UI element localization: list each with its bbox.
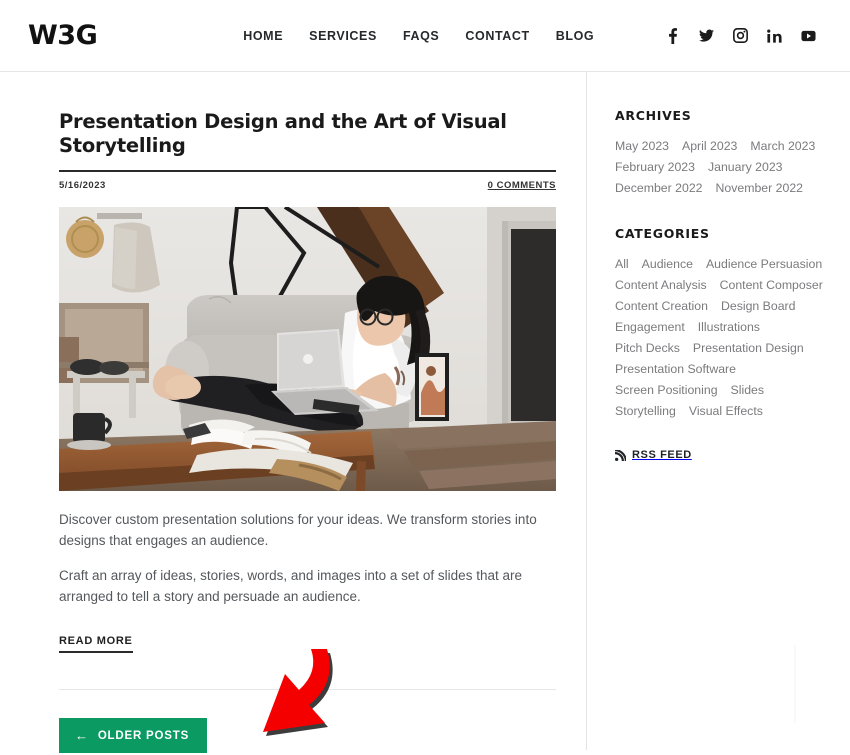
nav-item-blog[interactable]: BLOG (556, 29, 595, 43)
page-scrollbar[interactable] (794, 645, 796, 723)
main-content: Presentation Design and the Art of Visua… (0, 72, 586, 754)
category-link-storytelling[interactable]: Storytelling (615, 401, 676, 422)
archive-link-may-2023[interactable]: May 2023 (615, 136, 669, 157)
archives-widget: ARCHIVES May 2023 April 2023 March 2023 … (609, 108, 830, 199)
twitter-icon[interactable] (699, 28, 714, 43)
sidebar: ARCHIVES May 2023 April 2023 March 2023 … (586, 72, 850, 750)
category-link-presentation-design[interactable]: Presentation Design (693, 338, 804, 359)
post-title: Presentation Design and the Art of Visua… (59, 110, 507, 158)
post-comments-link[interactable]: 0 COMMENTS (488, 180, 556, 191)
archive-link-april-2023[interactable]: April 2023 (682, 136, 737, 157)
rss-feed-label: RSS FEED (632, 449, 692, 461)
archives-title: ARCHIVES (615, 108, 692, 123)
rss-feed-link[interactable]: RSS FEED (609, 449, 830, 461)
post-paragraph-2: Craft an array of ideas, stories, words,… (59, 567, 522, 604)
category-link-presentation-software[interactable]: Presentation Software (615, 359, 736, 380)
post-featured-image[interactable] (59, 206, 556, 491)
category-link-content-composer[interactable]: Content Composer (720, 275, 823, 296)
categories-title: CATEGORIES (615, 226, 710, 241)
archive-link-march-2023[interactable]: March 2023 (750, 136, 815, 157)
facebook-icon[interactable] (665, 27, 680, 44)
site-logo[interactable]: W3G (28, 20, 98, 51)
older-posts-label: OLDER POSTS (97, 729, 190, 742)
category-link-visual-effects[interactable]: Visual Effects (689, 401, 763, 422)
nav-item-contact[interactable]: CONTACT (465, 29, 529, 43)
category-link-audience-persuasion[interactable]: Audience Persuasion (706, 254, 822, 275)
nav-item-services[interactable]: SERVICES (309, 29, 377, 43)
youtube-icon[interactable] (801, 28, 816, 43)
category-link-pitch-decks[interactable]: Pitch Decks (615, 338, 680, 359)
category-link-content-analysis[interactable]: Content Analysis (615, 275, 707, 296)
category-link-illustrations[interactable]: Illustrations (698, 317, 760, 338)
social-links (665, 27, 828, 44)
archive-link-january-2023[interactable]: January 2023 (708, 157, 783, 178)
main-navigation: HOME SERVICES FAQS CONTACT BLOG (243, 29, 594, 43)
categories-widget: CATEGORIES All Audience Audience Persuas… (609, 226, 830, 422)
post-meta: 5/16/2023 0 COMMENTS (59, 169, 556, 191)
category-link-slides[interactable]: Slides (731, 380, 765, 401)
instagram-icon[interactable] (733, 28, 748, 43)
archive-link-december-2022[interactable]: December 2022 (615, 178, 703, 199)
category-link-all[interactable]: All (615, 254, 629, 275)
archives-list: May 2023 April 2023 March 2023 February … (615, 136, 830, 199)
category-link-engagement[interactable]: Engagement (615, 317, 685, 338)
nav-item-home[interactable]: HOME (243, 29, 283, 43)
category-link-design-board[interactable]: Design Board (721, 296, 796, 317)
read-more-link[interactable]: READ MORE (59, 635, 133, 654)
category-link-content-creation[interactable]: Content Creation (615, 296, 708, 317)
page-body: Presentation Design and the Art of Visua… (0, 72, 850, 754)
post-body: Discover custom presentation solutions f… (59, 510, 556, 608)
arrow-left-icon: ← (75, 728, 89, 744)
post-date: 5/16/2023 (59, 179, 106, 191)
archive-link-february-2023[interactable]: February 2023 (615, 157, 695, 178)
site-header: W3G HOME SERVICES FAQS CONTACT BLOG (0, 0, 850, 72)
nav-item-faqs[interactable]: FAQS (403, 29, 439, 43)
category-link-screen-positioning[interactable]: Screen Positioning (615, 380, 718, 401)
categories-list: All Audience Audience Persuasion Content… (615, 254, 830, 422)
content-divider (59, 689, 556, 691)
linkedin-icon[interactable] (767, 28, 782, 43)
rss-icon (615, 449, 626, 461)
older-posts-button[interactable]: ← OLDER POSTS (59, 718, 208, 754)
archive-link-november-2022[interactable]: November 2022 (716, 178, 804, 199)
post-paragraph-1: Discover custom presentation solutions f… (59, 511, 537, 548)
category-link-audience[interactable]: Audience (642, 254, 693, 275)
